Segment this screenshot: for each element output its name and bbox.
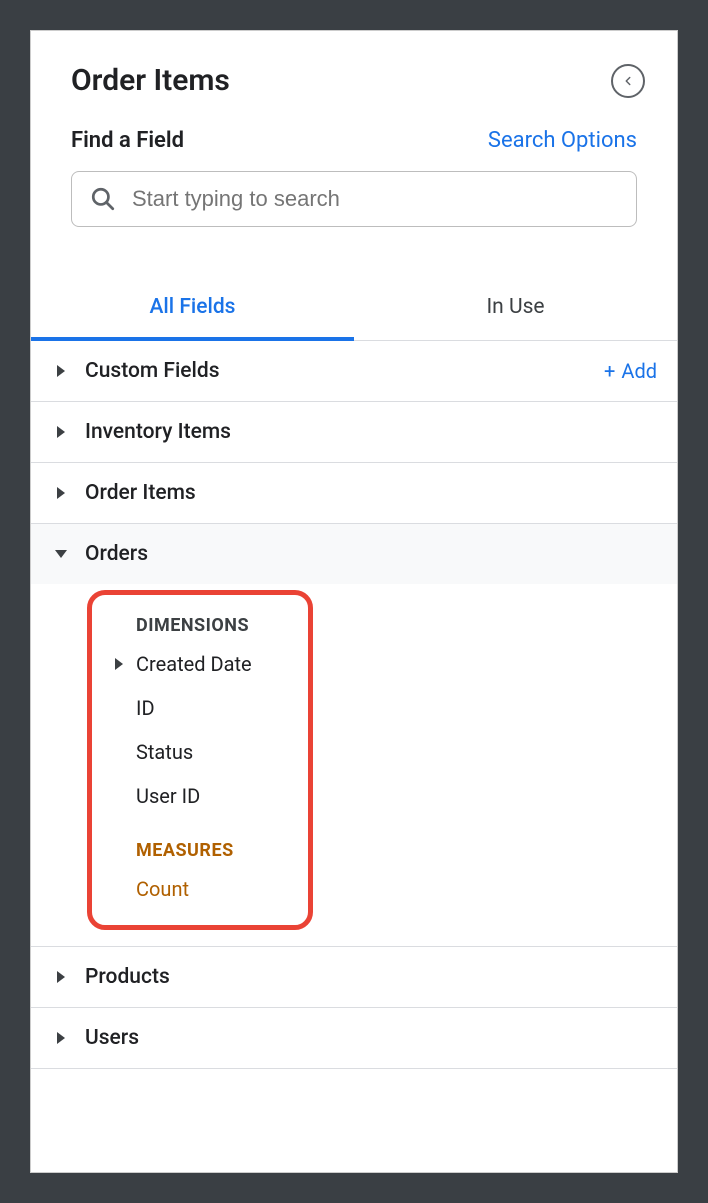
field-label: ID [136,696,155,720]
search-input[interactable] [132,186,618,212]
field-label: Created Date [136,652,252,676]
field-id[interactable]: ID [102,686,288,730]
collapse-button[interactable] [611,64,645,98]
section-orders[interactable]: Orders [31,524,677,584]
panel-header: Order Items [31,31,677,118]
caret-right-icon [55,971,67,983]
caret-right-icon [55,365,67,377]
field-label: Count [136,877,189,901]
section-custom-fields[interactable]: Custom Fields + Add [31,341,677,402]
field-user-id[interactable]: User ID [102,774,288,818]
field-created-date[interactable]: Created Date [102,642,288,686]
search-icon [90,186,116,212]
section-label: Orders [85,542,657,566]
find-field-label: Find a Field [71,128,184,153]
section-orders-group: Orders DIMENSIONS Created Date ID Status… [31,524,677,947]
measures-header: MEASURES [102,834,288,867]
search-label-row: Find a Field Search Options [71,128,637,153]
panel-title: Order Items [71,63,230,98]
caret-right-icon [55,1032,67,1044]
search-options-link[interactable]: Search Options [488,128,637,153]
tabs: All Fields In Use [31,277,677,341]
section-inventory-items[interactable]: Inventory Items [31,402,677,463]
search-box[interactable] [71,171,637,227]
caret-right-icon [55,487,67,499]
field-label: Status [136,740,193,764]
caret-right-icon [112,658,126,670]
tab-in-use[interactable]: In Use [354,277,677,340]
plus-icon: + [604,359,615,383]
section-products[interactable]: Products [31,947,677,1008]
section-label: Products [85,965,657,989]
section-users[interactable]: Users [31,1008,677,1069]
chevron-left-icon [621,74,635,88]
highlighted-fields-box: DIMENSIONS Created Date ID Status User I… [87,590,313,930]
caret-right-icon [55,426,67,438]
section-label: Custom Fields [85,359,586,383]
dimensions-header: DIMENSIONS [102,609,288,642]
field-label: User ID [136,784,200,808]
section-label: Users [85,1026,657,1050]
tab-all-fields[interactable]: All Fields [31,277,354,341]
section-order-items[interactable]: Order Items [31,463,677,524]
field-picker-panel: Order Items Find a Field Search Options … [30,30,678,1173]
caret-down-icon [55,550,67,558]
section-label: Inventory Items [85,420,657,444]
search-area: Find a Field Search Options [31,118,677,257]
add-custom-field-button[interactable]: + Add [604,359,657,383]
section-label: Order Items [85,481,657,505]
field-count[interactable]: Count [102,867,288,911]
add-label: Add [621,359,657,383]
field-status[interactable]: Status [102,730,288,774]
